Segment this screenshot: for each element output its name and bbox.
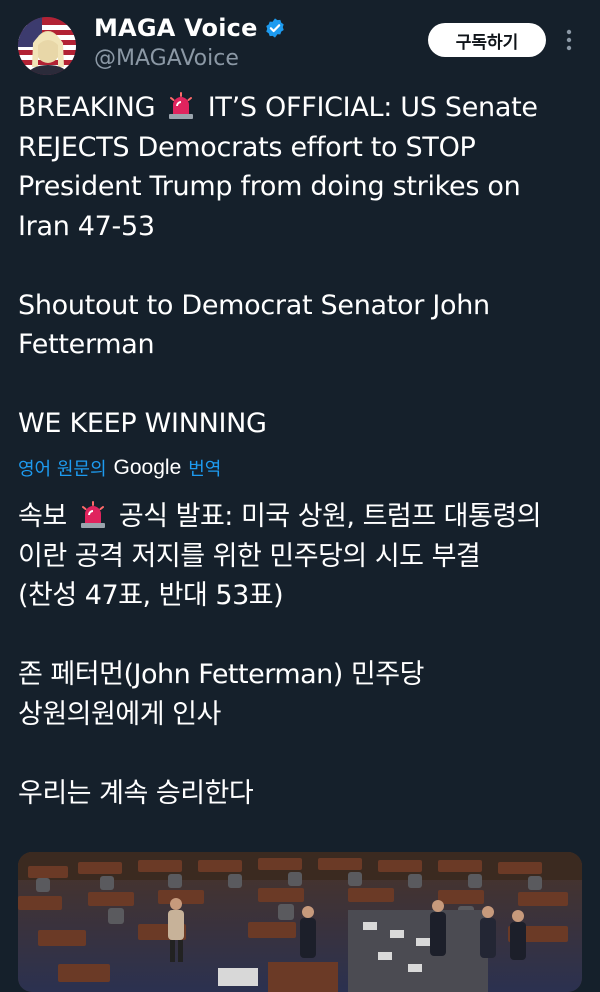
display-name[interactable]: MAGA Voice	[94, 14, 258, 42]
verified-badge-icon	[265, 18, 284, 38]
tweet-text-part-1: BREAKING	[18, 92, 164, 123]
translated-text-part-2: 공식 발표: 미국 상원, 트럼프 대통령의 이란 공격 저지를 위한 민주당의…	[18, 501, 542, 809]
police-siren-emoji-icon	[169, 92, 194, 119]
tweet-text-part-2: IT’S OFFICIAL: US Senate REJECTS Democra…	[18, 92, 538, 439]
translation-suffix: 번역	[188, 459, 222, 480]
senate-chamber-photo	[18, 852, 582, 992]
tweet-text: BREAKING IT’S OFFICIAL: US Senate REJECT…	[18, 88, 588, 444]
translation-prefix: 영어 원문의	[18, 459, 107, 480]
avatar[interactable]	[18, 17, 76, 75]
name-row: MAGA Voice	[94, 14, 286, 42]
translated-text-part-1: 속보	[18, 501, 75, 532]
tweet-header: MAGA Voice @MAGAVoice 구독하기	[0, 0, 600, 90]
user-handle[interactable]: @MAGAVoice	[94, 46, 239, 71]
tweet-media-image[interactable]	[18, 852, 582, 992]
google-logo: Google	[113, 456, 182, 479]
police-siren-emoji-icon	[80, 501, 105, 528]
avatar-image	[18, 17, 76, 75]
subscribe-button[interactable]: 구독하기	[428, 23, 546, 57]
translation-attribution[interactable]: 영어 원문의 Google 번역	[18, 455, 221, 481]
more-vertical-icon[interactable]	[562, 28, 576, 52]
translated-text: 속보 공식 발표: 미국 상원, 트럼프 대통령의 이란 공격 저지를 위한 민…	[18, 497, 593, 813]
